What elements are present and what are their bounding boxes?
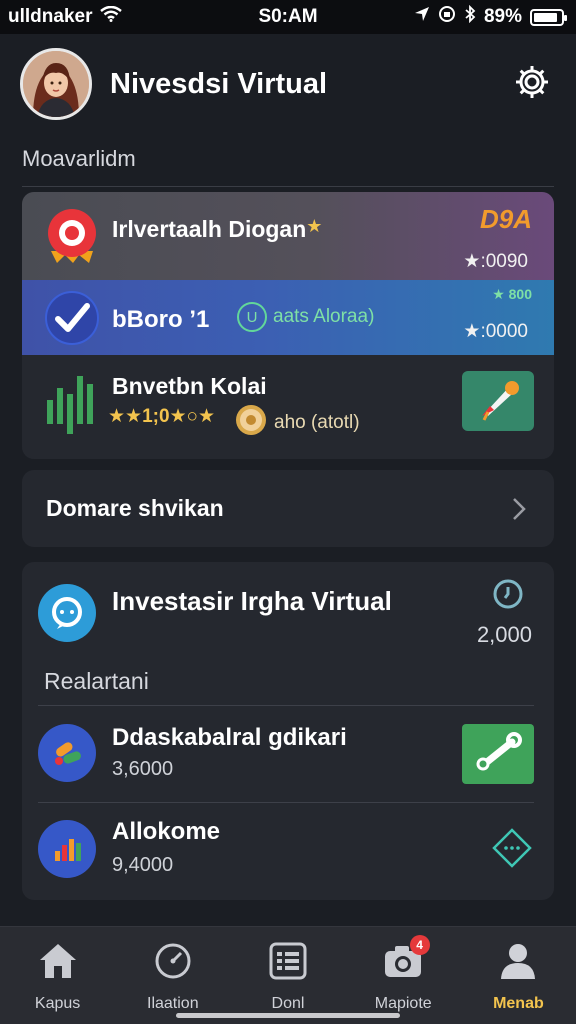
list-item-value: 3,6000 — [112, 758, 174, 780]
clock-icon[interactable] — [492, 578, 524, 610]
menu-row[interactable]: Domare shvikan — [22, 470, 554, 547]
nav-item-gauge[interactable]: Ilaation — [115, 927, 230, 1024]
carrier-name: ulldnaker — [8, 6, 93, 27]
card-amount: 2,000 — [476, 622, 532, 647]
card-title: Investasir Irgha Virtual — [112, 586, 392, 616]
pill-icon: U — [237, 302, 267, 332]
target-icon — [42, 206, 102, 266]
rocket-icon — [472, 376, 524, 427]
diamond-icon — [490, 828, 534, 874]
star-icon: ★ — [306, 216, 323, 236]
nav-item-home[interactable]: Kapus — [0, 927, 115, 1024]
wifi-icon — [100, 5, 123, 28]
nav-label: Donl — [271, 995, 305, 1012]
list-item-title: Allokome — [112, 818, 221, 845]
settings-button[interactable] — [510, 62, 554, 106]
bar-chart-icon — [38, 820, 96, 878]
section-title: Moavarlidm — [22, 146, 136, 171]
investment-badge: ★ 800 — [492, 286, 532, 302]
nav-item-camera[interactable]: 4 Mapiote — [346, 927, 461, 1024]
pill-label: aats Aloraa) — [273, 306, 375, 327]
investment-title: Bnvetbn Kolai — [112, 373, 267, 399]
header: Nivesdsi Virtual — [20, 46, 554, 122]
page-title: Nivesdsi Virtual — [110, 67, 328, 100]
status-bar: ulldnaker S0:AM 89% — [0, 0, 576, 34]
wrench-icon — [472, 730, 524, 779]
investment-title: bBoro ’1 — [112, 306, 210, 333]
gauge-icon — [151, 939, 195, 983]
divider — [22, 186, 554, 187]
battery-icon — [530, 8, 567, 26]
gear-icon — [513, 63, 551, 106]
nav-item-list[interactable]: Donl — [230, 927, 345, 1024]
notification-badge: 4 — [409, 935, 430, 955]
rocket-button[interactable] — [462, 371, 534, 431]
investment-item[interactable]: bBoro ’1 U aats Aloraa) ★ 800 ★:0000 — [22, 280, 554, 355]
rating-stars: ★★1;0★○★ — [108, 406, 216, 427]
user-icon — [496, 939, 540, 983]
avatar[interactable] — [20, 48, 92, 120]
pill-label: aho (atotl) — [274, 412, 360, 433]
investment-list-card: Irlvertaalh Diogan★ D9A ★:0090 bBoro ’1 … — [22, 192, 554, 459]
nav-label: Mapiote — [374, 995, 432, 1012]
home-indicator — [176, 1013, 400, 1018]
card-section-label: Realartani — [44, 668, 149, 694]
bluetooth-icon — [464, 4, 476, 29]
divider — [38, 802, 534, 803]
coin-icon — [234, 403, 268, 443]
wrench-button[interactable] — [462, 724, 534, 784]
investment-badge: D9A — [479, 204, 532, 234]
list-item[interactable]: Ddaskabalral gdikari 3,6000 — [22, 706, 554, 806]
nav-label: Kapus — [34, 995, 81, 1012]
rotation-lock-icon — [438, 5, 456, 29]
diamond-button[interactable] — [490, 826, 534, 870]
nav-label: Menab — [493, 995, 544, 1012]
investment-item[interactable]: Irlvertaalh Diogan★ D9A ★:0090 — [22, 192, 554, 280]
nav-label: Ilaation — [147, 995, 199, 1012]
chevron-right-icon — [508, 497, 530, 520]
investment-title: Irlvertaalh Diogan★ — [112, 216, 323, 242]
list-item-title: Ddaskabalral gdikari — [112, 724, 347, 751]
chat-icon — [38, 584, 96, 642]
bar-chart-icon — [42, 373, 102, 434]
investment-item[interactable]: Bnvetbn Kolai ★★1;0★○★ aho (atotl) — [22, 355, 554, 459]
location-icon — [414, 6, 430, 28]
checkmark-icon — [42, 288, 102, 348]
list-item[interactable]: Allokome 9,4000 — [22, 804, 554, 900]
bottom-navigation: Kapus Ilaation Donl 4 Mapiote Menab — [0, 926, 576, 1024]
virtual-investment-card: Investasir Irgha Virtual 2,000 Realartan… — [22, 562, 554, 900]
investment-value: ★:0090 — [463, 251, 528, 272]
list-icon — [266, 939, 310, 983]
home-icon — [36, 939, 80, 983]
status-pill: U aats Aloraa) — [237, 302, 374, 332]
battery-percent: 89% — [483, 6, 522, 27]
menu-row-label: Domare shvikan — [46, 495, 224, 521]
list-item-value: 9,4000 — [112, 854, 174, 876]
investment-value: ★:0000 — [463, 321, 528, 342]
status-pill: aho (atotl) — [234, 403, 360, 443]
pills-icon — [38, 724, 96, 782]
nav-item-profile[interactable]: Menab — [461, 927, 576, 1024]
